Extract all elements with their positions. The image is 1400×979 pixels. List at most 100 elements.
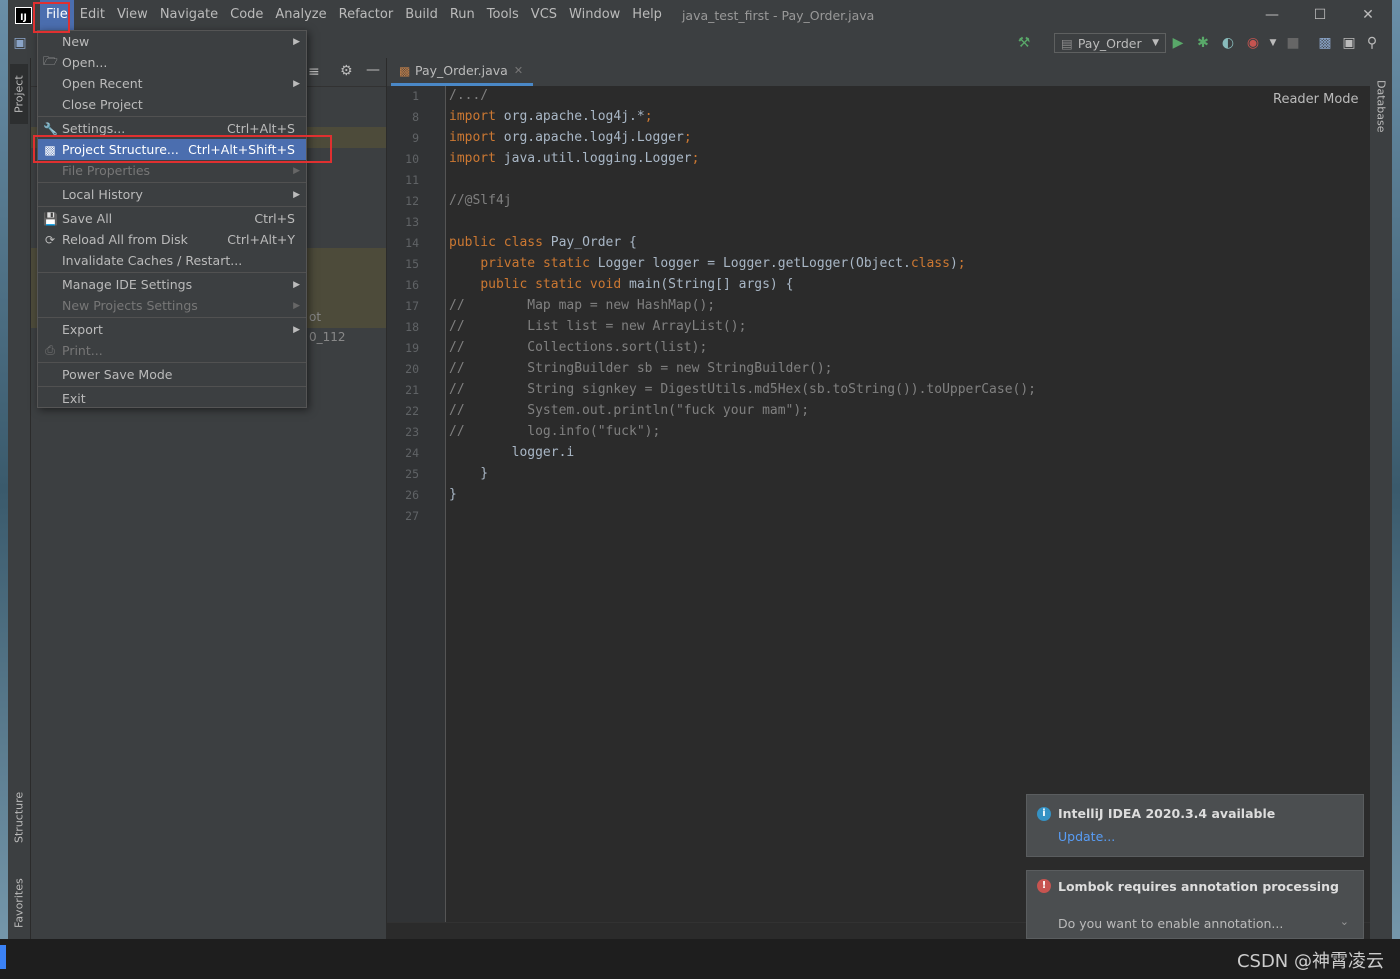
gear-icon[interactable]: ⚙ [340, 63, 353, 79]
code-line[interactable]: private static Logger logger = Logger.ge… [449, 256, 965, 271]
line-number: 8 [412, 110, 419, 124]
code-line[interactable]: // Map map = new HashMap(); [449, 298, 715, 313]
lombok-notification-body: Do you want to enable annotation... [1058, 916, 1284, 931]
menu-item-close-project[interactable]: Close Project [38, 94, 306, 115]
taskbar-app-indicator [0, 945, 6, 969]
update-notification: i IntelliJ IDEA 2020.3.4 available Updat… [1026, 794, 1364, 857]
code-line[interactable]: public static void main(String[] args) { [449, 277, 793, 292]
menu-item-exit[interactable]: Exit [38, 388, 306, 409]
watermark: CSDN @神霄凌云 [1236, 951, 1384, 972]
menu-item-new-projects-settings: New Projects Settings ▶ [38, 295, 306, 316]
menu-item-new[interactable]: New ▶ [38, 31, 306, 52]
window-layout-icon[interactable]: ▣ [1341, 35, 1357, 51]
line-number: 13 [405, 215, 419, 229]
run-icon[interactable]: ▶ [1170, 35, 1186, 51]
menu-item-reload[interactable]: ⟳ Reload All from Disk Ctrl+Alt+Y [38, 229, 306, 250]
code-line[interactable]: logger.i [449, 445, 575, 460]
code-line[interactable]: // StringBuilder sb = new StringBuilder(… [449, 361, 833, 376]
line-number: 10 [405, 152, 419, 166]
code-line[interactable]: public class Pay_Order { [449, 235, 637, 250]
submenu-arrow-icon: ▶ [293, 36, 300, 47]
menu-item-export[interactable]: Export ▶ [38, 319, 306, 340]
menu-item-open-recent[interactable]: Open Recent ▶ [38, 73, 306, 94]
window-controls: — ☐ ✕ [1248, 0, 1392, 30]
stop-icon[interactable]: ■ [1285, 35, 1301, 51]
coverage-icon[interactable]: ◐ [1220, 35, 1236, 51]
line-number: 20 [405, 362, 419, 376]
menu-item-label: Close Project [62, 97, 143, 112]
line-number: 11 [405, 173, 419, 187]
debug-icon[interactable]: ✱ [1195, 35, 1211, 51]
menu-item-label: Open... [62, 55, 108, 70]
expand-chevron-icon[interactable]: ⌄ [1340, 915, 1349, 928]
menu-item-label: File Properties [62, 163, 151, 178]
close-icon[interactable]: ✕ [1344, 0, 1392, 30]
reader-mode-button[interactable]: Reader Mode [1273, 92, 1359, 107]
build-hammer-icon[interactable]: ⚒ [1016, 35, 1032, 51]
menu-item-save-all[interactable]: 💾 Save All Ctrl+S [38, 208, 306, 229]
code-line[interactable]: // System.out.println("fuck your mam"); [449, 403, 809, 418]
code-line[interactable]: } [449, 466, 488, 481]
menu-help[interactable]: Help [626, 0, 668, 30]
code-line[interactable]: import org.apache.log4j.*; [449, 109, 653, 124]
menu-item-label: Power Save Mode [62, 367, 173, 382]
code-line[interactable]: } [449, 487, 457, 502]
config-icon: ▤ [1061, 35, 1073, 51]
collapse-all-icon[interactable]: ≡ [308, 64, 320, 80]
java-file-icon: ▩ [399, 63, 411, 78]
editor-tab-pay-order[interactable]: ▩ Pay_Order.java ✕ [391, 58, 534, 86]
code-line[interactable]: // String signkey = DigestUtils.md5Hex(s… [449, 382, 1036, 397]
menu-item-invalidate-caches[interactable]: Invalidate Caches / Restart... [38, 250, 306, 271]
code-line[interactable]: // log.info("fuck"); [449, 424, 660, 439]
minimize-icon[interactable]: — [1248, 0, 1296, 30]
menu-item-power-save-mode[interactable]: Power Save Mode [38, 364, 306, 385]
tab-favorites[interactable]: Favorites [10, 868, 28, 938]
more-run-chevron-icon[interactable]: ▼ [1265, 35, 1281, 51]
printer-icon: ⎙ [45, 343, 55, 357]
code-line[interactable]: import java.util.logging.Logger; [449, 151, 699, 166]
tree-item-partial[interactable]: 0_112 [309, 330, 346, 344]
menu-view[interactable]: View [111, 0, 154, 30]
menu-separator [38, 206, 306, 207]
tab-database[interactable]: Database [1372, 66, 1390, 146]
menu-item-manage-ide-settings[interactable]: Manage IDE Settings ▶ [38, 274, 306, 295]
code-line[interactable]: import org.apache.log4j.Logger; [449, 130, 692, 145]
tab-project[interactable]: Project [10, 64, 28, 124]
tree-item-partial[interactable]: ot [309, 310, 321, 324]
error-icon: ! [1037, 879, 1051, 893]
code-line[interactable]: //@Slf4j [449, 193, 512, 208]
menu-edit[interactable]: Edit [74, 0, 111, 30]
code-line[interactable]: // List list = new ArrayList(); [449, 319, 746, 334]
search-icon[interactable]: ⚲ [1364, 35, 1380, 51]
menu-vcs[interactable]: VCS [525, 0, 563, 30]
menu-separator [38, 272, 306, 273]
menu-navigate[interactable]: Navigate [154, 0, 224, 30]
menu-item-local-history[interactable]: Local History ▶ [38, 184, 306, 205]
menu-item-label: Reload All from Disk [62, 232, 188, 247]
tab-structure[interactable]: Structure [10, 782, 28, 852]
menu-refactor[interactable]: Refactor [333, 0, 400, 30]
menu-code[interactable]: Code [224, 0, 269, 30]
run-configuration-select[interactable]: ▤ Pay_Order ▼ [1054, 33, 1166, 53]
menu-item-open[interactable]: 🗁 Open... [38, 52, 306, 73]
menu-run[interactable]: Run [444, 0, 481, 30]
menu-analyze[interactable]: Analyze [269, 0, 332, 30]
code-line[interactable]: /.../ [449, 88, 488, 103]
menu-tools[interactable]: Tools [481, 0, 525, 30]
profile-icon[interactable]: ◉ [1245, 35, 1261, 51]
hide-panel-icon[interactable]: — [366, 62, 380, 78]
desktop-background-right [1392, 0, 1400, 979]
line-number: 24 [405, 446, 419, 460]
line-number: 25 [405, 467, 419, 481]
menu-window[interactable]: Window [563, 0, 626, 30]
project-view-icon[interactable]: ▣ [12, 35, 28, 51]
project-structure-icon[interactable]: ▩ [1317, 35, 1333, 51]
update-link[interactable]: Update... [1058, 829, 1115, 844]
refresh-icon: ⟳ [44, 232, 56, 247]
code-line[interactable]: // Collections.sort(list); [449, 340, 707, 355]
line-number: 12 [405, 194, 419, 208]
menu-item-label: Manage IDE Settings [62, 277, 193, 292]
menu-build[interactable]: Build [399, 0, 444, 30]
close-tab-icon[interactable]: ✕ [514, 64, 523, 77]
maximize-icon[interactable]: ☐ [1296, 0, 1344, 30]
